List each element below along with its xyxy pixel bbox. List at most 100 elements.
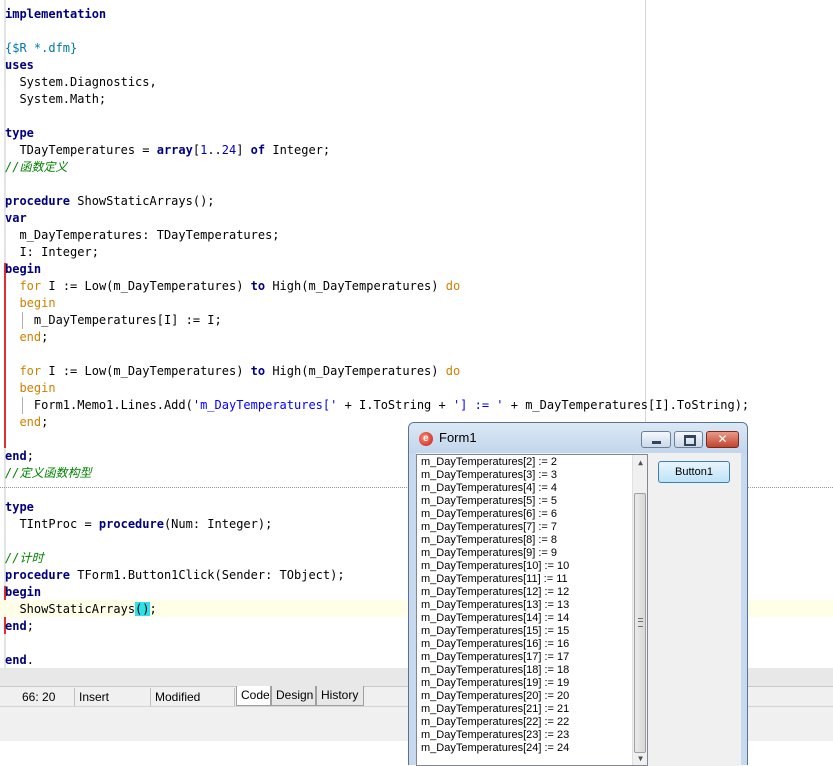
code-token: TDayTemperatures = [5, 143, 157, 157]
code-token: Form1.Memo1.Lines.Add( [5, 398, 193, 412]
memo-line: m_DayTemperatures[16] := 16 [421, 638, 570, 650]
code-token: for [19, 364, 42, 378]
code-token: {$R *.dfm} [5, 41, 78, 55]
code-line[interactable]: end; [5, 618, 34, 635]
scroll-thumb[interactable] [634, 493, 646, 753]
code-line[interactable]: begin [5, 584, 41, 601]
code-token: + m_DayTemperatures[I].ToString); [503, 398, 750, 412]
memo1[interactable]: m_DayTemperatures[2] := 2 m_DayTemperatur… [416, 454, 648, 766]
code-token: procedure [5, 568, 71, 582]
title-bar[interactable]: e Form1 ✕ [409, 423, 747, 453]
code-line[interactable]: TDayTemperatures = array[1..24] of Integ… [5, 142, 330, 159]
code-token: var [5, 211, 27, 225]
code-token: m_DayTemperatures: TDayTemperatures; [5, 228, 280, 242]
code-token: //函数定义 [5, 160, 68, 174]
tab-design[interactable]: Design [271, 686, 316, 706]
code-token: for [19, 279, 42, 293]
form1-window[interactable]: e Form1 ✕ m_DayTemperatures[2] := 2 m_Day… [408, 422, 748, 766]
memo-line: m_DayTemperatures[8] := 8 [421, 534, 558, 546]
code-line[interactable]: implementation [5, 6, 106, 23]
code-token: ; [41, 415, 49, 429]
code-token: 'm_DayTemperatures[' [192, 398, 338, 412]
modified-status: Modified [151, 688, 235, 706]
code-token: ; [26, 449, 34, 463]
memo-line: m_DayTemperatures[20] := 20 [421, 690, 570, 702]
scroll-grip-icon [638, 618, 643, 627]
code-line[interactable]: end; [5, 414, 48, 431]
maximize-button[interactable] [674, 431, 703, 448]
code-token: do [445, 364, 461, 378]
code-line[interactable]: begin [5, 380, 56, 397]
code-token: //计时 [5, 551, 44, 565]
tab-code[interactable]: Code [236, 686, 271, 706]
code-token: end [19, 330, 42, 344]
code-token: I := Low(m_DayTemperatures) [41, 279, 251, 293]
tab-history[interactable]: History [316, 686, 364, 706]
code-line[interactable]: {$R *.dfm} [5, 40, 77, 57]
code-token: 24 [221, 143, 237, 157]
code-line[interactable]: procedure TForm1.Button1Click(Sender: TO… [5, 567, 345, 584]
code-line[interactable]: type [5, 125, 34, 142]
code-token: ; [26, 619, 34, 633]
code-line[interactable]: var [5, 210, 27, 227]
code-line[interactable]: //定义函数构型 [5, 465, 91, 482]
code-token: uses [5, 58, 34, 72]
code-token: I := Low(m_DayTemperatures) [41, 364, 251, 378]
code-line[interactable]: //函数定义 [5, 159, 67, 176]
code-line[interactable]: type [5, 499, 34, 516]
code-line[interactable]: for I := Low(m_DayTemperatures) to High(… [5, 363, 460, 380]
scroll-up-icon[interactable]: ▲ [633, 455, 647, 470]
memo-line: m_DayTemperatures[3] := 3 [421, 469, 558, 481]
code-token: end [5, 449, 27, 463]
code-line[interactable]: end; [5, 329, 48, 346]
code-token: ; [41, 330, 49, 344]
code-token: ; [149, 602, 157, 616]
code-token: type [5, 500, 34, 514]
code-line[interactable]: end; [5, 448, 34, 465]
close-button[interactable]: ✕ [706, 431, 739, 448]
memo-line: m_DayTemperatures[14] := 14 [421, 612, 570, 624]
code-line[interactable]: procedure ShowStaticArrays(); [5, 193, 215, 210]
memo-line: m_DayTemperatures[17] := 17 [421, 651, 570, 663]
code-line[interactable]: //计时 [5, 550, 43, 567]
code-line[interactable]: for I := Low(m_DayTemperatures) to High(… [5, 278, 460, 295]
code-token: begin [19, 381, 56, 395]
code-line[interactable]: begin [5, 295, 55, 312]
code-line[interactable]: end. [5, 652, 34, 668]
button1[interactable]: Button1 [658, 461, 730, 483]
minimize-button[interactable] [641, 431, 671, 448]
memo-line: m_DayTemperatures[21] := 21 [421, 703, 570, 715]
memo-line: m_DayTemperatures[22] := 22 [421, 716, 570, 728]
scroll-down-icon[interactable]: ▼ [633, 751, 647, 765]
code-line[interactable]: I: Integer; [5, 244, 98, 261]
memo-line: m_DayTemperatures[4] := 4 [421, 482, 558, 494]
code-token: begin [5, 262, 42, 276]
code-token: of [250, 143, 266, 157]
memo-lines: m_DayTemperatures[2] := 2 m_DayTemperatur… [421, 456, 569, 755]
matched-brackets: () [135, 602, 150, 616]
code-token: High(m_DayTemperatures) [265, 364, 446, 378]
code-line[interactable]: uses [5, 57, 34, 74]
code-token: TForm1.Button1Click(Sender: TObject); [70, 568, 345, 582]
code-token: to [250, 364, 266, 378]
code-token: TIntProc = [5, 517, 99, 531]
minimize-icon [652, 441, 661, 444]
code-token: //定义函数构型 [5, 466, 92, 480]
code-line[interactable]: ShowStaticArrays(); [5, 601, 157, 618]
code-line[interactable]: TIntProc = procedure(Num: Integer); [5, 516, 272, 533]
code-line[interactable]: System.Math; [5, 91, 106, 108]
code-line[interactable]: System.Diagnostics, [5, 74, 156, 91]
memo-line: m_DayTemperatures[23] := 23 [421, 729, 570, 741]
memo-line: m_DayTemperatures[7] := 7 [421, 521, 558, 533]
memo-vertical-scrollbar[interactable]: ▲ ▼ [632, 455, 647, 765]
code-line[interactable]: Form1.Memo1.Lines.Add('m_DayTemperatures… [5, 397, 749, 414]
code-token: '] := ' [452, 398, 504, 412]
code-line[interactable]: begin [5, 261, 41, 278]
code-line[interactable]: m_DayTemperatures: TDayTemperatures; [5, 227, 280, 244]
code-line[interactable]: m_DayTemperatures[I] := I; [5, 312, 222, 329]
code-token: end [5, 653, 27, 667]
